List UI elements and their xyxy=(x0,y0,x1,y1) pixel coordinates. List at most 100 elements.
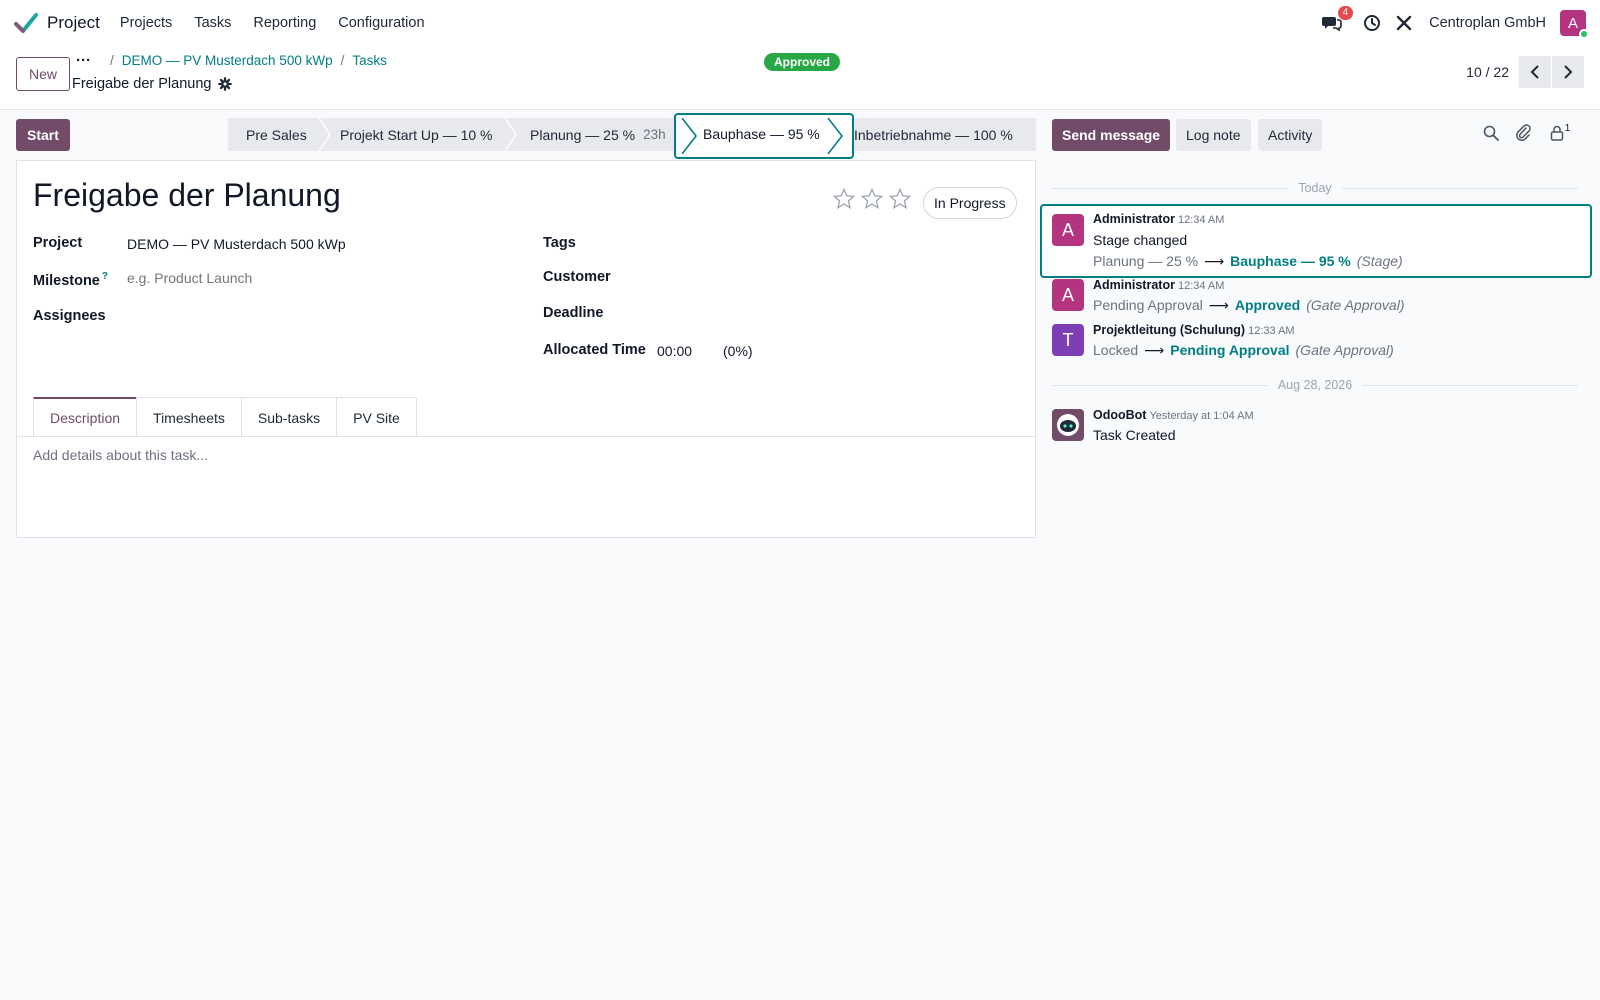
app-name: Project xyxy=(47,13,100,32)
star-icon[interactable] xyxy=(860,187,884,211)
breadcrumb-tasks[interactable]: Tasks xyxy=(352,53,387,68)
message-time: 12:34 AM xyxy=(1177,214,1225,226)
allocated-time-percent: (0%) xyxy=(723,343,753,359)
project-field[interactable]: DEMO — PV Musterdach 500 kWp xyxy=(127,236,346,252)
tags-input[interactable] xyxy=(657,234,1017,250)
star-icon[interactable] xyxy=(832,187,856,211)
form-sheet: Freigabe der Planung In Progress Project… xyxy=(16,160,1036,538)
stage-planung[interactable]: Planung — 25 % 23h xyxy=(530,118,666,151)
menu-projects[interactable]: Projects xyxy=(120,15,172,31)
message-author[interactable]: Administrator xyxy=(1093,278,1175,292)
author-avatar[interactable]: A xyxy=(1052,214,1084,246)
divider-line xyxy=(1341,187,1579,189)
menu-reporting[interactable]: Reporting xyxy=(253,15,316,31)
message-count-badge: 4 xyxy=(1337,6,1354,20)
tab-pv-site[interactable]: PV Site xyxy=(336,397,417,437)
allocated-time-field[interactable]: 00:00 xyxy=(657,343,692,359)
message-header: OdooBot Yesterday at 1:04 AM xyxy=(1093,408,1254,422)
divider-label: Today xyxy=(1298,181,1332,195)
stage-pre-sales[interactable]: Pre Sales xyxy=(246,118,307,151)
customer-input[interactable] xyxy=(657,268,1017,284)
paperclip-icon xyxy=(1516,124,1531,142)
description-editor[interactable]: Add details about this task... xyxy=(33,447,208,463)
tab-description[interactable]: Description xyxy=(33,397,138,437)
robot-avatar-icon xyxy=(1057,414,1079,436)
pager-next-button[interactable] xyxy=(1552,56,1584,88)
tracking-field: (Stage) xyxy=(1356,253,1403,269)
tracking-value: Pending Approval ⟶ Approved (Gate Approval) xyxy=(1093,297,1405,314)
stage-projekt-start-up[interactable]: Projekt Start Up — 10 % xyxy=(340,118,493,151)
breadcrumb: / DEMO — PV Musterdach 500 kWp / Tasks xyxy=(102,53,387,68)
stage-bauphase-current[interactable]: Bauphase — 95 % xyxy=(674,113,854,159)
search-messages-button[interactable] xyxy=(1482,124,1500,142)
breadcrumb-more-button[interactable]: ··· xyxy=(76,52,91,69)
stage-label: Projekt Start Up — 10 % xyxy=(340,126,493,143)
milestone-help-icon[interactable]: ? xyxy=(102,271,108,282)
pager-previous-button[interactable] xyxy=(1519,56,1551,88)
allocated-time-label: Allocated Time xyxy=(543,342,646,358)
milestone-input[interactable] xyxy=(127,270,507,286)
user-menu-avatar[interactable]: A xyxy=(1560,10,1589,39)
author-avatar[interactable]: T xyxy=(1052,324,1084,356)
new-button[interactable]: New xyxy=(16,57,71,91)
tracking-new-value: Approved xyxy=(1234,297,1301,313)
main-menu: Projects Tasks Reporting Configuration xyxy=(120,15,447,31)
breadcrumb-separator: / xyxy=(340,53,345,68)
tab-timesheets[interactable]: Timesheets xyxy=(136,397,242,437)
activity-button[interactable] xyxy=(1361,12,1383,34)
chatter-message[interactable]: T Projektleitung (Schulung) 12:33 AM Lock… xyxy=(1040,323,1592,367)
tracking-field: (Gate Approval) xyxy=(1295,342,1394,358)
milestone-label-text: Milestone xyxy=(33,272,100,289)
followers-button[interactable]: 1 xyxy=(1546,123,1574,142)
divider-line xyxy=(1052,384,1268,386)
task-name-field[interactable]: Freigabe der Planung xyxy=(33,177,341,214)
message-body: Task Created xyxy=(1093,427,1176,443)
record-title-text: Freigabe der Planung xyxy=(72,76,212,92)
company-switcher[interactable]: Centroplan GmbH xyxy=(1429,15,1546,31)
assignees-label: Assignees xyxy=(33,308,106,324)
debug-tools-button[interactable] xyxy=(1393,12,1415,34)
menu-tasks[interactable]: Tasks xyxy=(194,15,231,31)
tracking-new-value: Pending Approval xyxy=(1170,342,1290,358)
stage-arrow-left xyxy=(681,118,698,154)
odoobot-avatar[interactable] xyxy=(1052,409,1084,441)
chatter-message[interactable]: A Administrator 12:34 AM Stage changed Pl… xyxy=(1040,204,1592,278)
breadcrumb-project[interactable]: DEMO — PV Musterdach 500 kWp xyxy=(122,53,333,68)
message-body: Stage changed xyxy=(1093,232,1188,248)
arrow-right-icon: ⟶ xyxy=(1144,342,1165,358)
pager-value[interactable]: 10 / 22 xyxy=(1466,64,1509,80)
chatter-message[interactable]: A Administrator 12:34 AM Pending Approval… xyxy=(1040,278,1592,322)
stage-label: Pre Sales xyxy=(246,126,307,143)
assignees-input[interactable] xyxy=(127,307,507,323)
tools-icon xyxy=(1396,15,1412,31)
check-logo-icon xyxy=(14,13,38,33)
author-avatar[interactable]: A xyxy=(1052,279,1084,311)
stage-duration: 23h xyxy=(643,127,666,142)
log-note-button[interactable]: Log note xyxy=(1176,119,1251,151)
start-timer-button[interactable]: Start xyxy=(16,119,70,151)
divider-line xyxy=(1362,384,1578,386)
message-author[interactable]: OdooBot xyxy=(1093,408,1146,422)
chatter-message[interactable]: OdooBot Yesterday at 1:04 AM Task Created xyxy=(1040,408,1592,452)
deadline-label: Deadline xyxy=(543,305,604,321)
send-message-button[interactable]: Send message xyxy=(1052,119,1171,151)
message-author[interactable]: Administrator xyxy=(1093,212,1175,226)
chevron-right-icon xyxy=(1564,65,1573,79)
star-icon[interactable] xyxy=(888,187,912,211)
messaging-button[interactable]: 4 xyxy=(1321,6,1354,34)
message-author[interactable]: Projektleitung (Schulung) xyxy=(1093,323,1245,337)
task-state-selector[interactable]: In Progress xyxy=(923,187,1017,219)
tab-sub-tasks[interactable]: Sub-tasks xyxy=(240,397,338,437)
stage-inbetriebnahme[interactable]: Inbetriebnahme — 100 % xyxy=(854,118,1013,151)
chevron-left-icon xyxy=(1530,65,1539,79)
app-brand[interactable]: Project xyxy=(14,11,100,35)
deadline-input[interactable] xyxy=(657,304,1017,320)
menu-configuration[interactable]: Configuration xyxy=(338,15,424,31)
tracking-old-value: Locked xyxy=(1093,342,1139,358)
tracking-value: Locked ⟶ Pending Approval (Gate Approval) xyxy=(1093,342,1394,359)
attachments-button[interactable] xyxy=(1514,124,1532,142)
gear-icon[interactable] xyxy=(218,77,233,91)
navbar-systray: 4 Centroplan GmbH A xyxy=(1311,0,1589,46)
user-initial: A xyxy=(1567,14,1578,32)
activity-schedule-button[interactable]: Activity xyxy=(1258,119,1323,151)
